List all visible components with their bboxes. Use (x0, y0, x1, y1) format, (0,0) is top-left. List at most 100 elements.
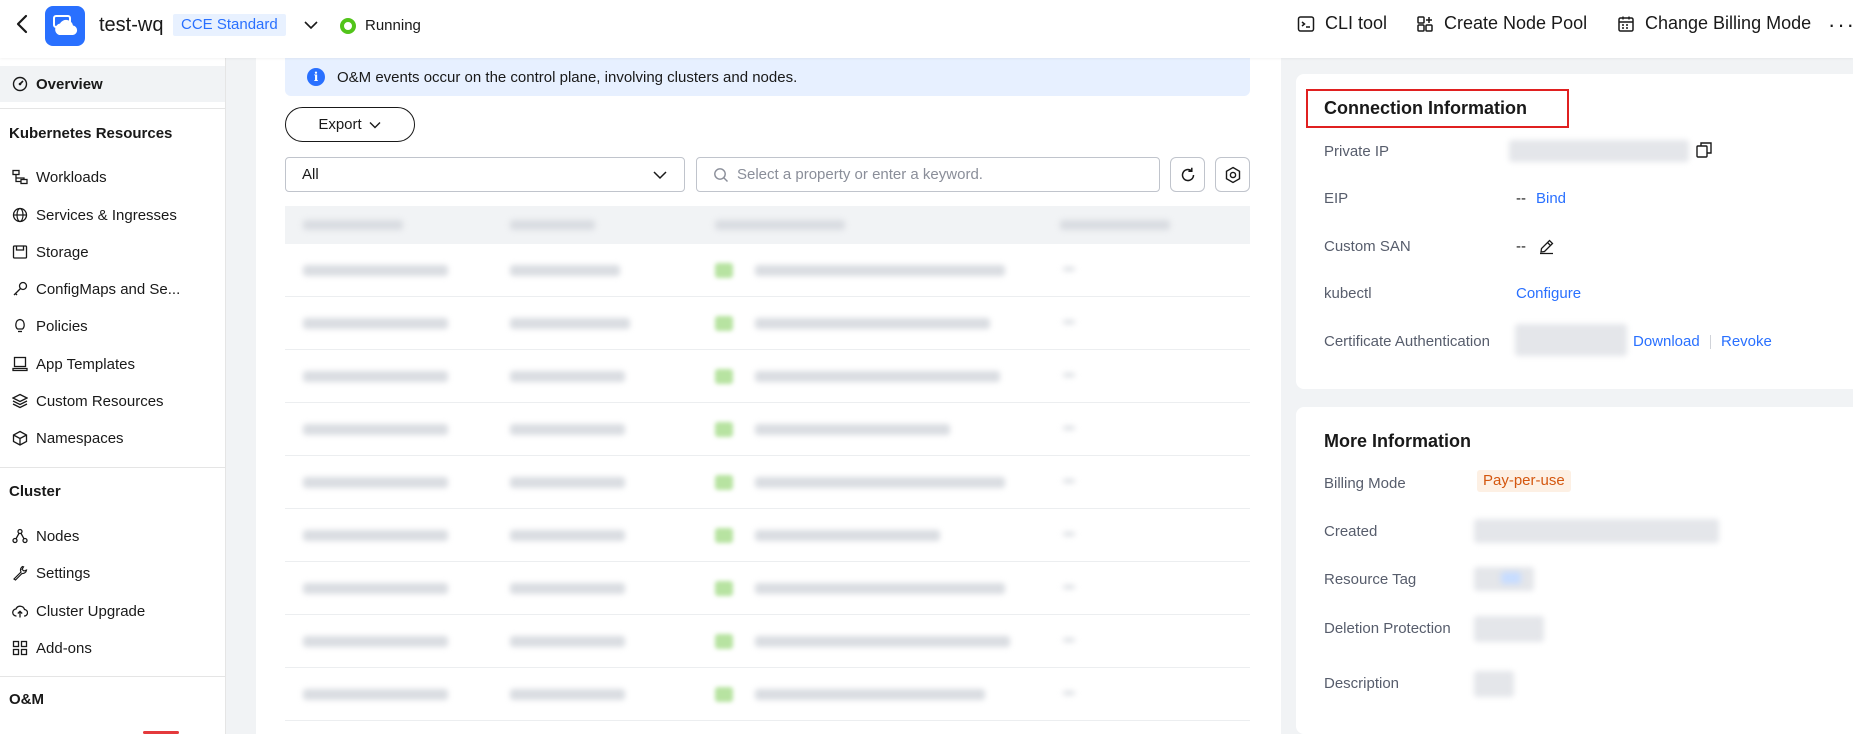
sidebar-section-om: O&M (9, 691, 44, 708)
bind-eip-link[interactable]: Bind (1536, 190, 1566, 207)
deletion-protection-label: Deletion Protection (1324, 620, 1451, 637)
storage-icon (12, 245, 28, 259)
table-row[interactable] (285, 297, 1250, 350)
sidebar-item-label: Namespaces (36, 429, 124, 447)
resource-tag-link-redacted[interactable] (1501, 572, 1521, 584)
sidebar-item-namespaces[interactable]: Namespaces (12, 425, 124, 451)
cli-tool-label: CLI tool (1325, 13, 1388, 33)
search-icon (714, 167, 728, 182)
export-label: Export (318, 116, 362, 133)
certificate-value-redacted (1515, 324, 1627, 356)
cluster-status: Running (365, 17, 421, 34)
sidebar-item-label: Nodes (36, 527, 80, 545)
table-settings-button[interactable] (1215, 157, 1250, 192)
table-row[interactable] (285, 615, 1250, 668)
cli-tool-button[interactable]: CLI tool (1297, 13, 1387, 34)
info-banner-text: O&M events occur on the control plane, i… (337, 68, 798, 86)
sidebar-item-overview[interactable]: Overview (0, 66, 225, 102)
sidebar-item-custom-resources[interactable]: Custom Resources (12, 388, 164, 414)
eip-value: -- (1516, 190, 1526, 207)
more-info-title: More Information (1324, 431, 1471, 451)
terminal-icon (1297, 15, 1315, 32)
sidebar-item-storage[interactable]: Storage (12, 239, 89, 265)
billing-icon (1618, 16, 1634, 32)
table-row[interactable] (285, 244, 1250, 297)
custom-san-label: Custom SAN (1324, 238, 1411, 255)
sidebar-item-settings[interactable]: Settings (12, 560, 90, 586)
sidebar-item-app-templates[interactable]: App Templates (12, 351, 135, 377)
table-row[interactable] (285, 456, 1250, 509)
sidebar-item-label: Cluster Upgrade (36, 602, 146, 620)
create-node-pool-button[interactable]: Create Node Pool (1416, 13, 1587, 34)
private-ip-label: Private IP (1324, 143, 1390, 160)
nodes-icon (12, 528, 28, 544)
sidebar: Overview Kubernetes Resources Workloads … (0, 58, 226, 734)
billing-mode-label: Billing Mode (1324, 475, 1406, 492)
refresh-icon (1181, 167, 1194, 181)
table-row[interactable] (285, 350, 1250, 403)
cce-logo-icon (45, 6, 85, 46)
sidebar-section-cluster: Cluster (9, 483, 61, 500)
description-label: Description (1324, 675, 1400, 692)
addons-icon (12, 640, 28, 656)
cluster-switch-chevron-icon[interactable] (302, 16, 320, 34)
table-row[interactable] (285, 562, 1250, 615)
change-billing-mode-button[interactable]: Change Billing Mode (1617, 13, 1811, 34)
table-row[interactable] (285, 403, 1250, 456)
revoke-certificate-link[interactable]: Revoke (1721, 333, 1772, 350)
sidebar-item-label: Settings (36, 564, 91, 582)
description-value-redacted (1474, 671, 1514, 697)
sidebar-item-cluster-upgrade[interactable]: Cluster Upgrade (12, 598, 145, 624)
table-row[interactable] (285, 509, 1250, 562)
sidebar-item-configmaps-secrets[interactable]: ConfigMaps and Se... (12, 276, 180, 302)
sidebar-item-label: Add-ons (36, 639, 92, 657)
back-arrow-icon[interactable] (12, 13, 34, 35)
wrench-icon (13, 565, 28, 581)
connection-info-title: Connection Information (1324, 98, 1527, 118)
sidebar-item-workloads[interactable]: Workloads (12, 164, 107, 190)
filter-select-value: All (302, 166, 319, 183)
export-button[interactable]: Export (285, 107, 415, 142)
sidebar-item-add-ons[interactable]: Add-ons (12, 635, 92, 661)
edit-pencil-icon[interactable] (1538, 238, 1555, 255)
configure-kubectl-link[interactable]: Configure (1516, 285, 1581, 302)
node-pool-icon (1417, 15, 1433, 32)
table-row[interactable] (285, 668, 1250, 721)
sidebar-divider (0, 676, 225, 677)
change-billing-mode-label: Change Billing Mode (1645, 13, 1812, 33)
info-icon: i (307, 68, 325, 86)
sidebar-item-nodes[interactable]: Nodes (12, 523, 79, 549)
sidebar-item-label: Workloads (36, 168, 107, 186)
sidebar-item-label: Custom Resources (36, 392, 164, 410)
billing-mode-badge: Pay-per-use (1477, 470, 1571, 492)
sidebar-item-services-ingresses[interactable]: Services & Ingresses (12, 202, 177, 228)
download-certificate-link[interactable]: Download (1633, 333, 1700, 350)
sidebar-item-policies[interactable]: Policies (12, 313, 88, 339)
event-filter-select[interactable]: All (285, 157, 685, 192)
certificate-authentication-label: Certificate Authentication (1324, 333, 1490, 350)
gear-icon (1225, 166, 1240, 183)
copy-icon[interactable] (1695, 141, 1713, 159)
sidebar-item-label: ConfigMaps and Se... (36, 280, 181, 298)
sidebar-item-label: Storage (36, 243, 89, 261)
events-table (285, 206, 1250, 721)
top-header: test-wq CCE Standard Running CLI tool Cr… (0, 0, 1853, 58)
sidebar-item-label: Overview (36, 75, 103, 93)
search-input[interactable] (737, 166, 1137, 183)
workloads-icon (12, 169, 28, 185)
table-header (285, 206, 1250, 244)
cube-icon (12, 430, 28, 446)
template-icon (12, 356, 28, 372)
edition-badge: CCE Standard (173, 14, 286, 36)
link-separator (1710, 335, 1711, 349)
key-icon (13, 281, 28, 296)
kubectl-label: kubectl (1324, 285, 1372, 302)
create-node-pool-label: Create Node Pool (1444, 13, 1588, 33)
overview-icon (12, 76, 28, 92)
running-status-icon (340, 18, 356, 34)
refresh-button[interactable] (1170, 157, 1205, 192)
cluster-name: test-wq (99, 14, 164, 36)
more-actions-icon[interactable]: ··· (1828, 12, 1853, 38)
chevron-down-icon (653, 171, 667, 180)
more-info-panel: More Information Billing Mode Pay-per-us… (1296, 407, 1853, 734)
